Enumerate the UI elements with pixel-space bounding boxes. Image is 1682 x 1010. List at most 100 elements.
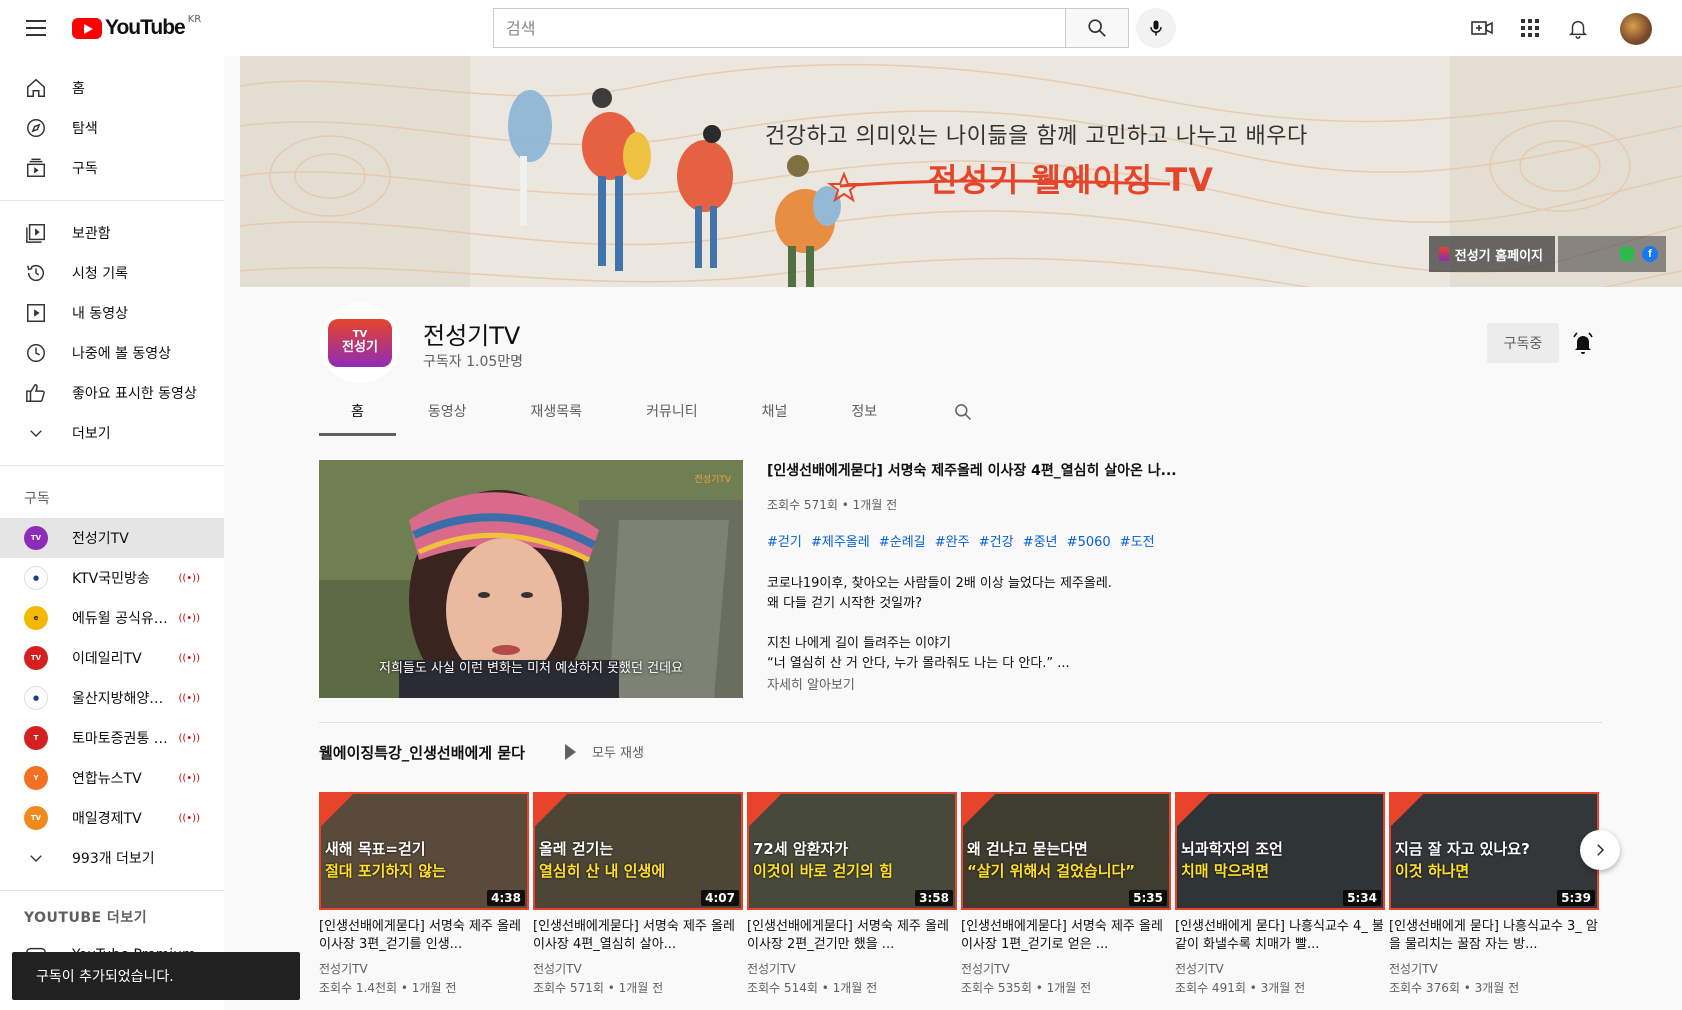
sidebar-subscriptions-section: 구독 TV 전성기TV ● KTV국민방송 ((•)) e 에듀윌 공식유튜브 …: [0, 466, 224, 891]
sidebar-subscription-item[interactable]: e 에듀윌 공식유튜브 ((•)): [0, 598, 224, 638]
home-icon: [24, 76, 48, 100]
video-card[interactable]: 왜 걷냐고 묻는다면 “살기 위해서 걸었습니다” 5:35 [인생선배에게묻다…: [961, 792, 1171, 996]
video-channel-name[interactable]: 전성기TV: [1389, 960, 1599, 977]
sidebar-item-history[interactable]: 시청 기록: [0, 253, 224, 293]
banner-title: 전성기 웰에이징 TV: [928, 161, 1214, 199]
search-input[interactable]: [493, 8, 1065, 48]
video-title[interactable]: [인생선배에게묻다] 서명숙 제주 올레 이사장 3편_걷기를 인생...: [319, 918, 529, 954]
notifications-bell-icon[interactable]: [1566, 16, 1590, 40]
facebook-icon[interactable]: f: [1642, 246, 1658, 262]
featured-video-hashtags: #걷기 #제주올레 #순례길 #완주 #건강 #중년 #5060 #도전: [767, 531, 1187, 550]
notification-bell-icon[interactable]: [1571, 331, 1595, 355]
sidebar-subscription-item[interactable]: Y 연합뉴스TV ((•)): [0, 758, 224, 798]
homepage-link-icon: [1438, 247, 1449, 261]
sidebar-subscription-item[interactable]: ● 울산지방해양수산청 ((•)): [0, 678, 224, 718]
tab-about[interactable]: 정보: [819, 388, 909, 436]
shelf-title[interactable]: 웰에이징특강_인생선배에게 묻다: [319, 742, 525, 763]
featured-video-thumbnail[interactable]: 전성기TV 저희들도 사실 이런 변화는 미처 예상하지 못했던 건데요: [319, 460, 743, 698]
channel-avatar: ●: [24, 686, 48, 710]
featured-video-meta: 조회수 571회 • 1개월 전: [767, 498, 898, 512]
channel-avatar: TV: [24, 646, 48, 670]
video-thumbnail[interactable]: 뇌과학자의 조언 치매 막으려면 5:34: [1175, 792, 1385, 910]
sidebar-item-label: 전성기TV: [72, 531, 129, 547]
sidebar-item-my-videos[interactable]: 내 동영상: [0, 293, 224, 333]
channel-home-contents: 전성기TV 저희들도 사실 이런 변화는 미처 예상하지 못했던 건데요 [인생…: [240, 436, 1682, 1010]
live-indicator-icon: ((•)): [178, 812, 200, 824]
watch-later-icon: [24, 341, 48, 365]
sidebar-item-label: 울산지방해양수산청: [72, 691, 172, 707]
banner-slogan: 건강하고 의미있는 나이듦을 함께 고민하고 나누고 배우다: [765, 124, 1308, 149]
sidebar-subscription-item[interactable]: TV 전성기TV: [0, 518, 224, 558]
tab-community[interactable]: 커뮤니티: [614, 388, 730, 436]
youtube-play-icon: [72, 17, 102, 39]
section-divider: [319, 722, 1602, 723]
sidebar-item-label: 나중에 볼 동영상: [72, 346, 172, 362]
search-button[interactable]: [1065, 8, 1129, 48]
subscribed-button[interactable]: 구독중: [1487, 323, 1559, 363]
video-channel-name[interactable]: 전성기TV: [319, 960, 529, 977]
video-meta: 조회수 376회 • 3개월 전: [1389, 981, 1520, 995]
read-more-link[interactable]: 자세히 알아보기: [767, 674, 1187, 693]
video-card[interactable]: 72세 암환자가 이것이 바로 걷기의 힘 3:58 [인생선배에게묻다] 서명…: [747, 792, 957, 996]
video-title[interactable]: [인생선배에게 묻다] 나흥식교수 4_ 불같이 화낼수록 치매가 빨...: [1175, 918, 1385, 954]
avatar-logo-text: 전성기: [342, 340, 378, 355]
channel-avatar-large[interactable]: TV 전성기: [320, 303, 400, 383]
video-thumbnail[interactable]: 올레 걷기는 열심히 산 내 인생에 4:07: [533, 792, 743, 910]
sidebar-item-home[interactable]: 홈: [0, 68, 224, 108]
play-all-button[interactable]: 모두 재생: [565, 742, 644, 761]
hashtag-link[interactable]: #건강: [979, 535, 1014, 550]
video-card[interactable]: 올레 걷기는 열심히 산 내 인생에 4:07 [인생선배에게묻다] 서명숙 제…: [533, 792, 743, 996]
video-channel-name[interactable]: 전성기TV: [533, 960, 743, 977]
video-card[interactable]: 새해 목표=걷기 절대 포기하지 않는 4:38 [인생선배에게묻다] 서명숙 …: [319, 792, 529, 996]
video-thumbnail[interactable]: 왜 걷냐고 묻는다면 “살기 위해서 걸었습니다” 5:35: [961, 792, 1171, 910]
featured-video-title[interactable]: [인생선배에게묻다] 서명숙 제주올레 이사장 4편_열심히 살아온 나...: [767, 460, 1187, 480]
channel-search-icon[interactable]: [939, 388, 987, 436]
shelf-next-button[interactable]: [1580, 830, 1620, 870]
sidebar-item-show-more[interactable]: 더보기: [0, 413, 224, 453]
video-card[interactable]: 지금 잘 자고 있나요? 이것 하나면 5:39 [인생선배에게 묻다] 나흥식…: [1389, 792, 1599, 996]
hashtag-link[interactable]: #5060: [1067, 535, 1111, 550]
account-avatar[interactable]: [1620, 13, 1652, 45]
sidebar-subscription-item[interactable]: ● KTV국민방송 ((•)): [0, 558, 224, 598]
banner-homepage-link[interactable]: 전성기 홈페이지: [1428, 236, 1555, 272]
tab-channels[interactable]: 채널: [730, 388, 820, 436]
hashtag-link[interactable]: #순례길: [879, 535, 926, 550]
video-channel-name[interactable]: 전성기TV: [747, 960, 957, 977]
sidebar-library-section: 보관함 시청 기록 내 동영상 나중에 볼 동영상 좋아요 표시한 동영상 더보…: [0, 201, 224, 466]
sidebar-item-subscriptions[interactable]: 구독: [0, 148, 224, 188]
sidebar-subscription-item[interactable]: T 토마토증권통 Toma... ((•)): [0, 718, 224, 758]
video-title[interactable]: [인생선배에게묻다] 서명숙 제주 올레 이사장 2편_걷기만 했을 ...: [747, 918, 957, 954]
video-thumbnail[interactable]: 새해 목표=걷기 절대 포기하지 않는 4:38: [319, 792, 529, 910]
hashtag-link[interactable]: #완주: [935, 535, 970, 550]
hashtag-link[interactable]: #제주올레: [811, 535, 870, 550]
create-video-icon[interactable]: [1470, 16, 1494, 40]
hashtag-link[interactable]: #걷기: [767, 535, 802, 550]
sidebar-subscription-item[interactable]: TV 매일경제TV ((•)): [0, 798, 224, 838]
menu-icon[interactable]: [24, 16, 48, 40]
naver-blog-icon[interactable]: [1620, 247, 1634, 261]
video-title[interactable]: [인생선배에게묻다] 서명숙 제주 올레 이사장 4편_열심히 살아...: [533, 918, 743, 954]
tab-videos[interactable]: 동영상: [396, 388, 499, 436]
video-channel-name[interactable]: 전성기TV: [961, 960, 1171, 977]
video-title[interactable]: [인생선배에게묻다] 서명숙 제주 올레 이사장 1편_걷기로 얻은 ...: [961, 918, 1171, 954]
voice-search-button[interactable]: [1136, 8, 1176, 48]
apps-grid-icon[interactable]: [1518, 16, 1542, 40]
video-thumbnail[interactable]: 72세 암환자가 이것이 바로 걷기의 힘 3:58: [747, 792, 957, 910]
sidebar-item-library[interactable]: 보관함: [0, 213, 224, 253]
video-channel-name[interactable]: 전성기TV: [1175, 960, 1385, 977]
sidebar-item-liked-videos[interactable]: 좋아요 표시한 동영상: [0, 373, 224, 413]
sidebar-item-watch-later[interactable]: 나중에 볼 동영상: [0, 333, 224, 373]
video-thumbnail[interactable]: 지금 잘 자고 있나요? 이것 하나면 5:39: [1389, 792, 1599, 910]
sidebar-item-label: 시청 기록: [72, 266, 128, 282]
hashtag-link[interactable]: #도전: [1120, 535, 1155, 550]
video-title[interactable]: [인생선배에게 묻다] 나흥식교수 3_ 암을 물리치는 꿀잠 자는 방...: [1389, 918, 1599, 954]
video-card[interactable]: 뇌과학자의 조언 치매 막으려면 5:34 [인생선배에게 묻다] 나흥식교수 …: [1175, 792, 1385, 996]
sidebar-subscription-item[interactable]: TV 이데일리TV ((•)): [0, 638, 224, 678]
hashtag-link[interactable]: #중년: [1023, 535, 1058, 550]
sidebar-show-more-subscriptions[interactable]: 993개 더보기: [0, 838, 224, 878]
tab-home[interactable]: 홈: [319, 388, 396, 436]
sidebar-item-explore[interactable]: 탐색: [0, 108, 224, 148]
channel-avatar: TV: [24, 806, 48, 830]
youtube-logo[interactable]: YouTube KR: [72, 14, 201, 40]
tab-playlists[interactable]: 재생목록: [499, 388, 615, 436]
